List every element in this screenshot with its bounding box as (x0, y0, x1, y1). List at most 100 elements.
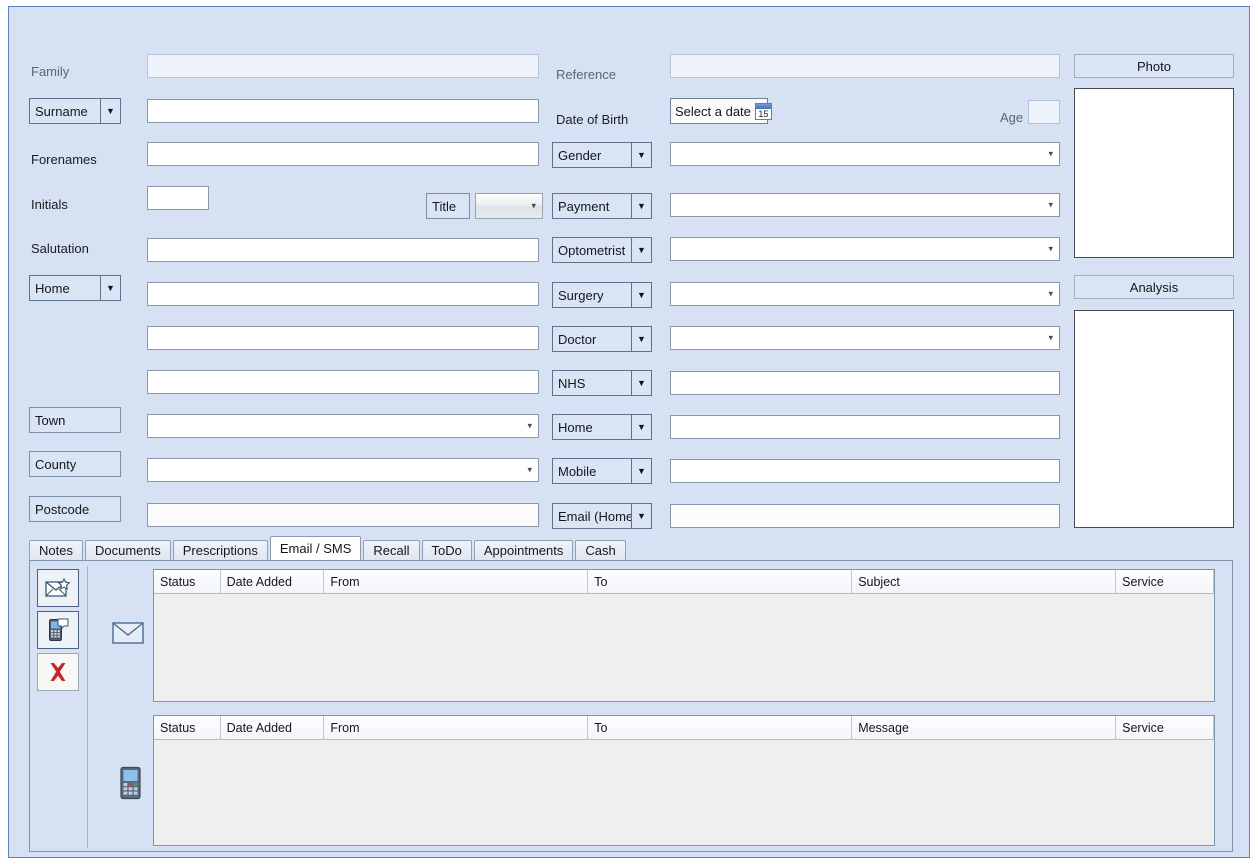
county-combobox[interactable]: ▾ (147, 458, 539, 482)
new-sms-button[interactable] (37, 611, 79, 649)
sms-grid[interactable]: Status Date Added From To Message Service (153, 715, 1215, 846)
tab-todo[interactable]: ToDo (421, 540, 472, 560)
photo-button[interactable]: Photo (1074, 54, 1234, 78)
county-label-button[interactable]: County (29, 451, 121, 477)
optometrist-combobox[interactable]: ▾ (670, 237, 1060, 261)
nhs-input[interactable] (670, 371, 1060, 395)
tab-prescriptions[interactable]: Prescriptions (172, 540, 268, 560)
postcode-label-button[interactable]: Postcode (29, 496, 121, 522)
gender-dropdown-button[interactable]: Gender ▼ (552, 142, 652, 168)
column-header[interactable]: Status (154, 716, 221, 739)
doctor-dropdown-button[interactable]: Doctor ▼ (552, 326, 652, 352)
chevron-down-icon[interactable]: ▼ (631, 327, 651, 351)
surgery-label: Surgery (558, 287, 604, 303)
salutation-input[interactable] (147, 238, 539, 262)
sms-grid-body[interactable] (154, 740, 1214, 845)
address-line-1-input[interactable] (147, 282, 539, 306)
column-header[interactable]: To (588, 716, 853, 739)
tab-documents[interactable]: Documents (84, 540, 171, 560)
column-header[interactable]: Service (1116, 570, 1214, 593)
title-combobox[interactable]: ▾ (475, 193, 543, 219)
chevron-down-icon: ▾ (531, 200, 536, 211)
doctor-label: Doctor (558, 331, 597, 347)
initials-input[interactable] (147, 186, 209, 210)
tab-notes[interactable]: Notes (29, 540, 83, 560)
surname-dropdown-button[interactable]: Surname ▼ (29, 98, 121, 124)
forenames-label: Forenames (31, 152, 97, 167)
mobile-input[interactable] (670, 459, 1060, 483)
photo-display-box[interactable] (1074, 88, 1234, 258)
tab-appointments[interactable]: Appointments (473, 540, 574, 560)
email-dropdown-button[interactable]: Email (Home) ▼ (552, 503, 652, 529)
chevron-down-icon[interactable]: ▼ (631, 194, 651, 218)
chevron-down-icon[interactable]: ▼ (631, 283, 651, 307)
surgery-dropdown-button[interactable]: Surgery ▼ (552, 282, 652, 308)
postcode-input[interactable] (147, 503, 539, 527)
chevron-down-icon[interactable]: ▼ (100, 276, 120, 300)
tab-cash[interactable]: Cash (575, 540, 626, 560)
email-label: Email (Home) (558, 508, 631, 524)
home-address-dropdown-button[interactable]: Home ▼ (29, 275, 121, 301)
dob-label: Date of Birth (556, 112, 629, 127)
surname-input[interactable] (147, 99, 539, 123)
chevron-down-icon[interactable]: ▼ (631, 415, 651, 439)
town-label-button[interactable]: Town (29, 407, 121, 433)
county-label: County (35, 456, 77, 472)
column-header[interactable]: From (324, 570, 589, 593)
chevron-down-icon: ▾ (1048, 243, 1053, 254)
salutation-label: Salutation (31, 241, 89, 256)
forenames-input[interactable] (147, 142, 539, 166)
column-header[interactable]: To (588, 570, 853, 593)
chevron-down-icon[interactable]: ▼ (100, 99, 120, 123)
tab-label: Notes (39, 543, 73, 558)
mobile-dropdown-button[interactable]: Mobile ▼ (552, 458, 652, 484)
email-input[interactable] (670, 504, 1060, 528)
chevron-down-icon[interactable]: ▼ (631, 504, 651, 528)
calendar-icon[interactable]: 15 (754, 102, 772, 120)
column-header[interactable]: Status (154, 570, 221, 593)
tab-label: Cash (585, 543, 616, 558)
column-header[interactable]: From (324, 716, 589, 739)
delete-button[interactable] (37, 653, 79, 691)
surgery-combobox[interactable]: ▾ (670, 282, 1060, 306)
gender-combobox[interactable]: ▾ (670, 142, 1060, 166)
optometrist-dropdown-button[interactable]: Optometrist ▼ (552, 237, 652, 263)
analysis-button[interactable]: Analysis (1074, 275, 1234, 299)
chevron-down-icon[interactable]: ▼ (631, 143, 651, 167)
new-email-button[interactable] (37, 569, 79, 607)
chevron-down-icon[interactable]: ▼ (631, 459, 651, 483)
payment-dropdown-button[interactable]: Payment ▼ (552, 193, 652, 219)
address-line-3-input[interactable] (147, 370, 539, 394)
email-grid[interactable]: Status Date Added From To Subject Service (153, 569, 1215, 702)
column-header[interactable]: Date Added (221, 570, 325, 593)
chevron-down-icon[interactable]: ▼ (631, 238, 651, 262)
home-phone-dropdown-button[interactable]: Home ▼ (552, 414, 652, 440)
tab-email-sms[interactable]: Email / SMS (269, 536, 362, 560)
column-header[interactable]: Subject (852, 570, 1117, 593)
home-phone-label: Home (558, 419, 593, 435)
column-header[interactable]: Date Added (221, 716, 325, 739)
analysis-display-box[interactable] (1074, 310, 1234, 528)
email-grid-body[interactable] (154, 594, 1214, 701)
tab-label: Email / SMS (279, 541, 352, 556)
town-combobox[interactable]: ▾ (147, 414, 539, 438)
new-sms-icon (49, 618, 69, 641)
tab-bar[interactable]: Notes Documents Prescriptions Email / SMS Re… (29, 536, 1231, 560)
new-email-icon (45, 578, 71, 597)
chevron-down-icon[interactable]: ▼ (631, 371, 651, 395)
age-input[interactable] (1028, 100, 1060, 124)
home-phone-input[interactable] (670, 415, 1060, 439)
nhs-dropdown-button[interactable]: NHS ▼ (552, 370, 652, 396)
family-label: Family (31, 64, 70, 79)
title-label-button[interactable]: Title (426, 193, 470, 219)
family-input[interactable] (147, 54, 539, 78)
reference-input[interactable] (670, 54, 1060, 78)
payment-combobox[interactable]: ▾ (670, 193, 1060, 217)
column-header[interactable]: Message (852, 716, 1117, 739)
tab-recall[interactable]: Recall (363, 540, 420, 560)
column-header[interactable]: Service (1116, 716, 1214, 739)
address-line-2-input[interactable] (147, 326, 539, 350)
doctor-combobox[interactable]: ▾ (670, 326, 1060, 350)
date-of-birth-picker[interactable]: Select a date 15 (670, 98, 772, 124)
payment-label: Payment (558, 198, 610, 214)
